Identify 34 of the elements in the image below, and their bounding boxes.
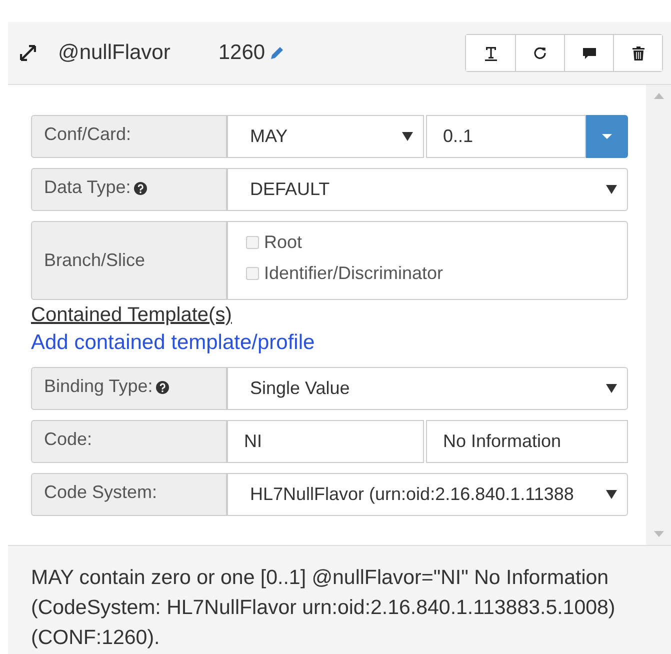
- field-label: Code System:: [44, 482, 158, 502]
- select-field[interactable]: DEFAULT: [227, 168, 628, 211]
- field-label: Data Type:: [44, 177, 131, 197]
- text-format-icon: [484, 45, 498, 61]
- delete-button[interactable]: [613, 35, 662, 71]
- dropdown-arrow-icon: [606, 384, 617, 393]
- select-field[interactable]: MAY: [227, 115, 424, 158]
- pencil-icon[interactable]: [269, 45, 286, 61]
- refresh-icon: [533, 46, 547, 60]
- input-field[interactable]: NI: [227, 420, 424, 463]
- section-heading: Contained Template(s): [31, 304, 232, 327]
- dropdown-arrow-icon: [402, 132, 413, 141]
- comment-icon: [582, 46, 596, 60]
- caret-icon: [602, 134, 612, 140]
- checkbox-label: Identifier/Discriminator: [264, 263, 444, 284]
- select-field[interactable]: HL7NullFlavor (urn:oid:2.16.840.1.11388: [227, 473, 628, 516]
- dropdown-arrow-icon: [606, 490, 617, 499]
- select-field[interactable]: Single Value: [227, 367, 628, 410]
- field-label: Code:: [44, 429, 92, 449]
- input-field[interactable]: No Information: [426, 420, 628, 463]
- field-label: Branch/Slice: [44, 250, 146, 270]
- trash-icon: [632, 46, 644, 60]
- input-field[interactable]: 0..1: [426, 115, 586, 158]
- checkbox-label: Root: [264, 232, 302, 253]
- help-icon[interactable]: [134, 182, 147, 195]
- conformance-number: 1260: [218, 41, 266, 65]
- add-template-link[interactable]: Add contained template/profile: [31, 331, 315, 355]
- field-label: Conf/Card:: [44, 124, 132, 144]
- element-name: @nullFlavor: [58, 41, 170, 65]
- field-label: Binding Type:: [44, 376, 153, 396]
- expand-icon[interactable]: [20, 45, 36, 61]
- constraint-description: MAY contain zero or one [0..1] @nullFlavor="NI" No Information (CodeSystem: HL7NullFlavor urn:oid:2.16.840.1.113883.5.1008) (CONF:1260).: [31, 566, 616, 649]
- help-icon[interactable]: [156, 381, 169, 394]
- dropdown-arrow-icon: [606, 185, 617, 194]
